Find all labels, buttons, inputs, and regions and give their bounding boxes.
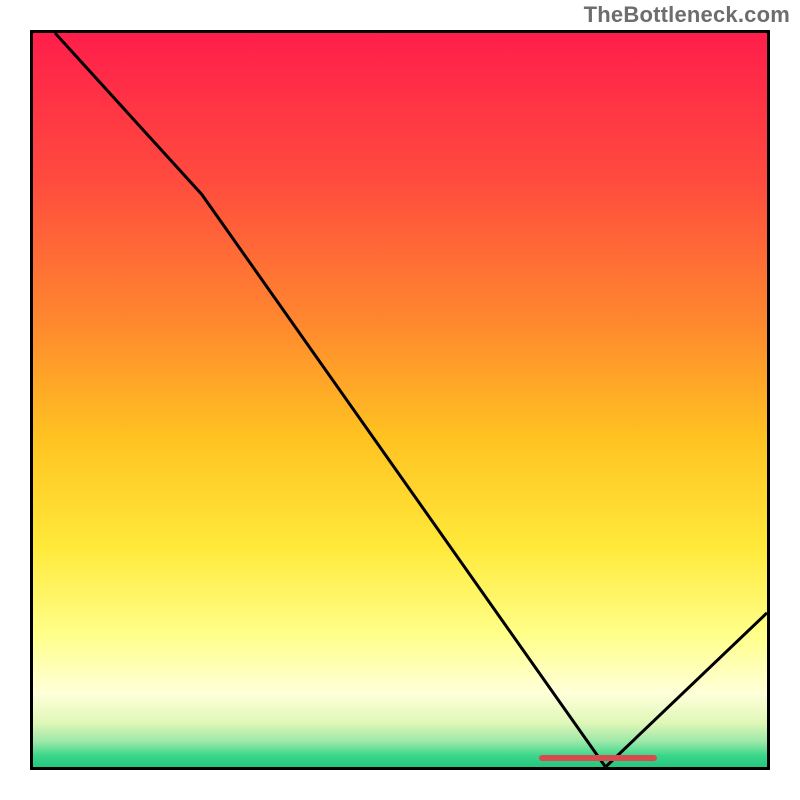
optimal-range-marker	[539, 755, 656, 761]
chart-line	[33, 33, 767, 767]
chart-area	[30, 30, 770, 770]
watermark-text: TheBottleneck.com	[584, 2, 790, 28]
